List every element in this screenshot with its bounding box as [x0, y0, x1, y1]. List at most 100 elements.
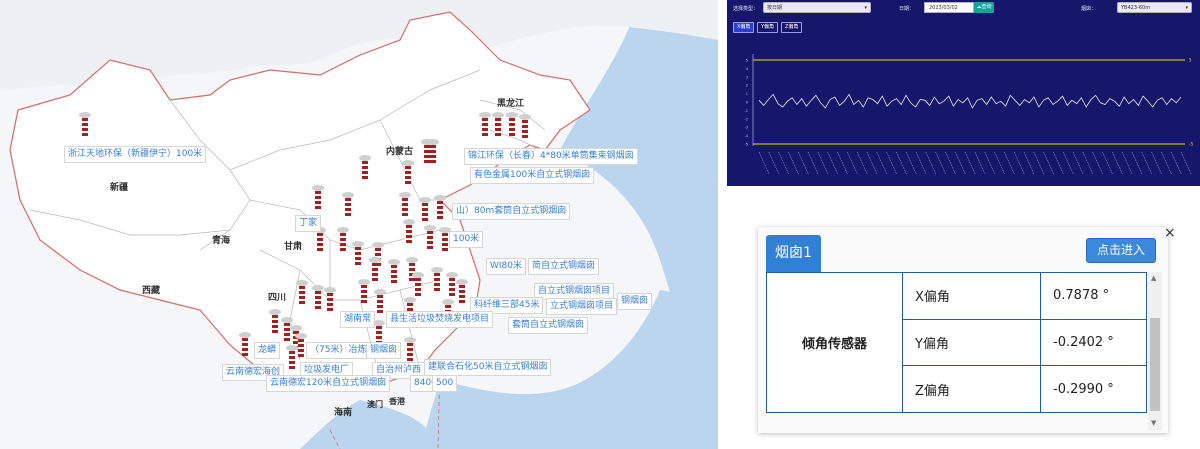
site-label[interactable]: 简自立式钢烟囱	[528, 258, 600, 275]
chimney-icon[interactable]	[351, 241, 365, 267]
tab-y-angle[interactable]: Y偏角	[757, 22, 779, 33]
x-tick-label	[994, 151, 1005, 175]
chimney-icon[interactable]	[505, 112, 519, 138]
chimney-icon[interactable]	[323, 287, 337, 313]
site-label[interactable]: （75米）冶炼	[306, 342, 371, 359]
city-label-hongkong: 香港	[389, 397, 405, 406]
chimney-icon[interactable]	[387, 259, 401, 285]
x-tick-label	[896, 151, 907, 175]
chimney-icon[interactable]	[420, 139, 434, 165]
app-root: 黑龙江 内蒙古 新疆 青海 甘肃 西藏 四川 海南 澳门 香港 浙江天地环保（新…	[0, 0, 1200, 449]
site-label[interactable]: 500	[432, 375, 458, 392]
x-tick-label	[974, 151, 986, 175]
tab-x-angle[interactable]: X偏角	[733, 22, 755, 33]
chimney-icon[interactable]	[78, 112, 92, 138]
chimney-icon[interactable]	[433, 195, 447, 221]
search-button[interactable]: ☁查询	[974, 2, 994, 13]
chimney-icon[interactable]	[373, 289, 387, 315]
y-tick-label: 1	[746, 92, 748, 96]
china-map[interactable]: 黑龙江 内蒙古 新疆 青海 甘肃 西藏 四川 海南 澳门 香港 浙江天地环保（新…	[0, 0, 718, 449]
y-tick-label: 4	[746, 67, 749, 71]
chimney-icon[interactable]	[358, 155, 372, 181]
axis-name: X偏角	[902, 272, 1041, 320]
y-tick-label: -5	[745, 143, 749, 147]
date-input[interactable]: 2023/03/02	[924, 2, 974, 13]
y-tick-label: 5	[746, 59, 748, 63]
chimney-icon[interactable]	[341, 192, 355, 218]
x-tick-label	[1053, 151, 1064, 175]
chimney-icon[interactable]	[403, 337, 417, 363]
chimney-icon[interactable]	[311, 185, 325, 211]
tab-z-angle[interactable]: Z偏角	[781, 22, 803, 33]
popup-scrollbar[interactable]: ▲ ▼	[1148, 272, 1162, 430]
y-tick-label: 2	[746, 84, 748, 88]
chimney-icon[interactable]	[401, 160, 415, 186]
chimney-icon[interactable]	[455, 279, 469, 305]
chimney-icon[interactable]	[295, 280, 309, 306]
axis-name: Y偏角	[902, 318, 1041, 367]
chimney-icon[interactable]	[336, 227, 350, 253]
site-label[interactable]: 丁家	[295, 215, 322, 232]
chimney-icon[interactable]	[402, 219, 416, 245]
scrollbar-thumb[interactable]	[1150, 318, 1160, 411]
site-label[interactable]: 山）80m套筒自立式钢烟囱	[452, 203, 571, 220]
chimney-icon[interactable]	[398, 192, 412, 218]
scroll-down-icon[interactable]: ▼	[1151, 419, 1156, 427]
site-label[interactable]: 浙江天地环保（新疆伊宁）100米	[64, 146, 207, 163]
sensor-table: 倾角传感器 X偏角 0.7878 ° Y偏角 -0.2402 ° Z偏角 -0.…	[766, 272, 1147, 413]
site-label[interactable]: 建联合石化50米自立式钢烟囱	[424, 359, 552, 376]
sensor-group-label: 倾角传感器	[766, 272, 903, 413]
axis-value: -0.2990 °	[1040, 365, 1147, 413]
chimney-select[interactable]: YB423-60m ▾	[1117, 2, 1192, 13]
site-label[interactable]: WI80米	[486, 258, 527, 275]
province-label-sichuan: 四川	[268, 293, 287, 303]
enter-button[interactable]: 点击进入	[1086, 238, 1156, 263]
site-label[interactable]: 钢烟囱	[366, 342, 402, 359]
type-select[interactable]: 按日期 ▾	[763, 2, 871, 13]
chimney-icon[interactable]	[491, 112, 505, 138]
x-tick-label	[964, 151, 976, 175]
x-angle-series-line	[758, 93, 1182, 109]
upper-limit-label: 5	[1189, 58, 1192, 63]
site-label[interactable]: 锦江环保（长春）4*80米单筒集束钢烟囱	[464, 148, 638, 165]
close-icon[interactable]: ×	[1164, 225, 1176, 241]
chimney-icon[interactable]	[423, 225, 437, 251]
chimney-icon[interactable]	[518, 114, 532, 140]
site-label[interactable]: 有色金属100米自立式钢烟囱	[470, 167, 595, 184]
x-tick-label	[807, 151, 819, 175]
site-label[interactable]: 立式钢烟囱项目	[546, 298, 618, 315]
site-label[interactable]: 县生活垃圾焚烧发电项目	[386, 311, 494, 328]
site-label[interactable]: 100米	[449, 231, 484, 248]
lower-limit-label: -5	[1189, 142, 1193, 147]
x-tick-label	[1141, 151, 1152, 175]
y-tick-label: 0	[746, 101, 748, 105]
chimney-icon[interactable]	[418, 197, 432, 223]
chevron-down-icon: ▾	[864, 5, 867, 11]
scroll-up-icon[interactable]: ▲	[1151, 274, 1156, 282]
site-label[interactable]: 湖南常	[340, 311, 376, 328]
x-tick-label	[1004, 151, 1015, 175]
x-tick-label	[876, 151, 887, 175]
site-label[interactable]: 龙蟒	[254, 342, 281, 359]
province-label-xizang: 西藏	[142, 286, 161, 296]
x-tick-label	[827, 151, 838, 175]
monitor-panel: 选择类型： 按日期 ▾ 日期： 2023/03/02 ☁查询 烟囱： YB423…	[727, 0, 1200, 186]
chimney-icon[interactable]	[411, 272, 425, 298]
site-label[interactable]: 钢烟囱	[617, 293, 653, 310]
chimney-icon[interactable]	[238, 332, 252, 358]
x-tick-label	[758, 151, 770, 175]
chimney-icon[interactable]	[430, 267, 444, 293]
tab-chimney-1[interactable]: 烟囱1	[766, 235, 821, 272]
x-tick-label	[905, 151, 917, 175]
chevron-down-icon: ▾	[1185, 5, 1188, 11]
x-tick-label	[945, 151, 956, 175]
chimney-select-value: YB423-60m	[1121, 5, 1151, 11]
chimney-icon[interactable]	[478, 112, 492, 138]
site-label[interactable]: 云南德宏120米自立式钢烟囱	[266, 375, 391, 392]
x-tick-label	[1082, 151, 1094, 175]
x-tick-label	[856, 151, 868, 175]
site-label[interactable]: 套筒自立式钢烟囱	[508, 317, 589, 334]
province-label-gansu: 甘肃	[284, 242, 303, 252]
x-tick-label	[817, 151, 829, 175]
chimney-icon[interactable]	[357, 279, 371, 305]
